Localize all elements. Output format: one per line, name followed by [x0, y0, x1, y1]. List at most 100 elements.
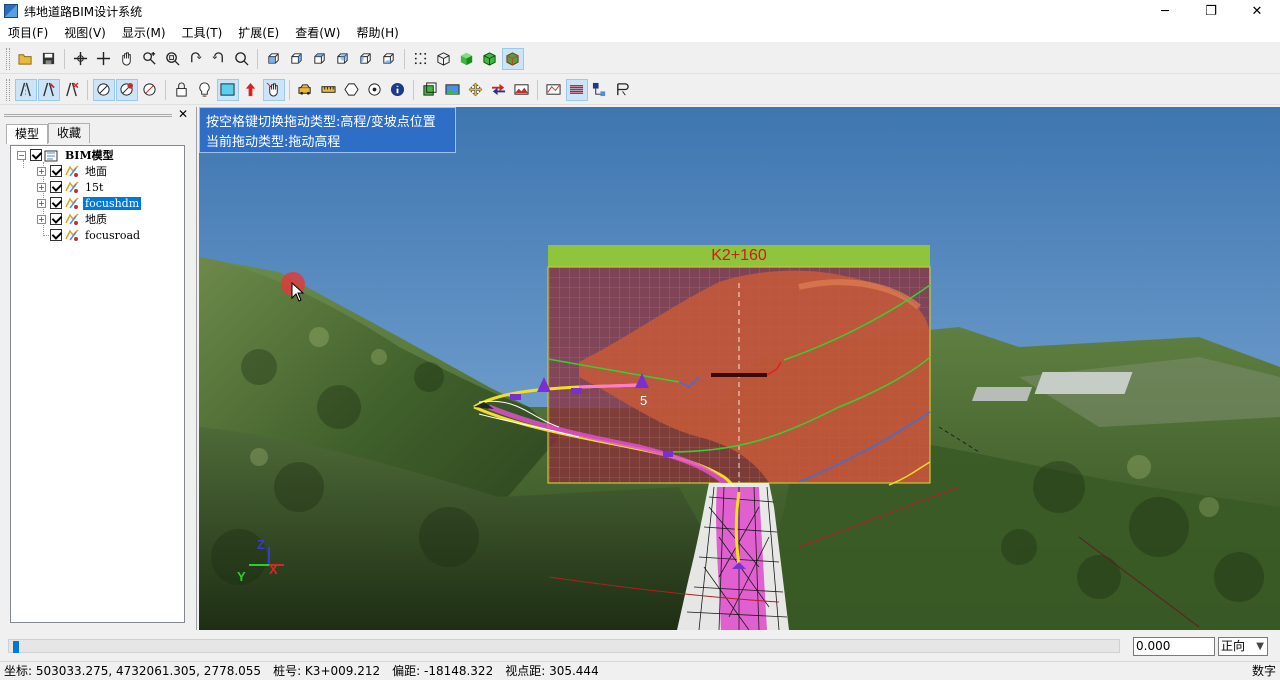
- tree-node-focushdm[interactable]: + focushdm: [37, 195, 142, 211]
- lanes-button[interactable]: [565, 78, 588, 101]
- node-checkbox[interactable]: [50, 181, 62, 193]
- target-button[interactable]: [364, 79, 386, 101]
- expand-toggle[interactable]: +: [37, 166, 46, 176]
- expand-toggle[interactable]: +: [37, 214, 46, 224]
- target-icon: [368, 83, 381, 96]
- section-add-button[interactable]: [115, 78, 138, 101]
- close-button[interactable]: ✕: [1234, 0, 1280, 22]
- road-delete-button[interactable]: [61, 79, 83, 101]
- merge-button[interactable]: [488, 79, 510, 101]
- view-back-button[interactable]: [355, 48, 377, 70]
- open-folder-button[interactable]: [15, 48, 37, 70]
- direction-select[interactable]: 正向 ▼: [1218, 637, 1268, 656]
- node-checkbox[interactable]: [50, 165, 62, 177]
- points-button[interactable]: [410, 48, 432, 70]
- panel-tabs: 模型 收藏: [6, 123, 196, 144]
- rotate-button[interactable]: [185, 48, 207, 70]
- tree-node-label: focushdm: [83, 196, 142, 210]
- panel-close-button[interactable]: ✕: [178, 107, 188, 121]
- expand-arrows-icon: [468, 82, 483, 97]
- shaded-edges-button[interactable]: [479, 48, 501, 70]
- panel-grip[interactable]: [4, 114, 172, 117]
- status-station: 桩号: K3+009.212: [273, 664, 381, 678]
- menu-extend[interactable]: 扩展(E): [230, 24, 287, 41]
- zoom-extents-button[interactable]: [231, 48, 253, 70]
- orbit-button[interactable]: [208, 48, 230, 70]
- maximize-button[interactable]: ❐: [1188, 0, 1234, 22]
- 3d-viewport[interactable]: 按空格键切换拖动类型:高程/变坡点位置 当前拖动类型:拖动高程 K2+160 5…: [199, 107, 1280, 630]
- save-button[interactable]: [38, 48, 60, 70]
- tree-node-focusroad[interactable]: focusroad: [50, 227, 142, 243]
- tree-node-bim-model[interactable]: − BIM模型: [17, 147, 116, 163]
- terrain-button[interactable]: [511, 79, 533, 101]
- section-add-icon: [120, 82, 134, 96]
- expand-toggle[interactable]: +: [37, 198, 46, 208]
- zoom-realtime-button[interactable]: [139, 48, 161, 70]
- menu-project[interactable]: 项目(F): [0, 24, 56, 41]
- node-checkbox[interactable]: [30, 149, 42, 161]
- measure-button[interactable]: [318, 79, 340, 101]
- texture-button[interactable]: [501, 47, 524, 70]
- lock-button[interactable]: [171, 79, 193, 101]
- road-edit-button[interactable]: [37, 78, 60, 101]
- menu-display[interactable]: 显示(M): [114, 24, 174, 41]
- drag-button[interactable]: [262, 78, 285, 101]
- zoom-window-button[interactable]: [162, 48, 184, 70]
- car-button[interactable]: [295, 79, 317, 101]
- section-edit-button[interactable]: [139, 79, 161, 101]
- tree-node-ground[interactable]: + 地面: [37, 163, 109, 179]
- zoom-plus-icon: [143, 51, 156, 65]
- layer-node-icon: [64, 196, 80, 210]
- link-button[interactable]: [612, 79, 634, 101]
- structure-button[interactable]: [589, 79, 611, 101]
- slider-thumb[interactable]: [13, 641, 19, 653]
- menu-view[interactable]: 视图(V): [56, 24, 114, 41]
- image-button[interactable]: [442, 79, 464, 101]
- shaded-button[interactable]: [456, 48, 478, 70]
- toolbar-grip[interactable]: [6, 78, 10, 101]
- wireframe-button[interactable]: [433, 48, 455, 70]
- menu-bar: 项目(F) 视图(V) 显示(M) 工具(T) 扩展(E) 查看(W) 帮助(H…: [0, 22, 1280, 42]
- expand-button[interactable]: [465, 79, 487, 101]
- road-design-button[interactable]: [14, 78, 37, 101]
- light-button[interactable]: [194, 79, 216, 101]
- axis-y-label: Y: [237, 569, 246, 584]
- node-checkbox[interactable]: [50, 229, 62, 241]
- info-button[interactable]: [387, 79, 409, 101]
- view-front-button[interactable]: [263, 48, 285, 70]
- station-input[interactable]: 0.000: [1133, 637, 1215, 656]
- tree-node-15t[interactable]: + 15t: [37, 179, 105, 195]
- green-cube-edges-icon: [483, 52, 496, 66]
- menu-tools[interactable]: 工具(T): [174, 24, 231, 41]
- minimize-button[interactable]: ─: [1142, 0, 1188, 22]
- toolbar-grip[interactable]: [6, 47, 10, 70]
- structure-icon: [592, 82, 606, 97]
- collapse-toggle[interactable]: −: [17, 150, 26, 160]
- timeline-slider[interactable]: [8, 639, 1120, 653]
- pan-button[interactable]: [70, 48, 92, 70]
- section-button[interactable]: [92, 78, 115, 101]
- tab-model[interactable]: 模型: [6, 124, 49, 144]
- view-left-button[interactable]: [286, 48, 308, 70]
- expand-toggle[interactable]: +: [37, 182, 46, 192]
- menu-inspect[interactable]: 查看(W): [287, 24, 348, 41]
- node-checkbox[interactable]: [50, 197, 62, 209]
- open-folder-icon: [18, 54, 32, 65]
- grab-button[interactable]: [116, 48, 138, 70]
- node-checkbox[interactable]: [50, 213, 62, 225]
- layer-button[interactable]: [419, 79, 441, 101]
- profile-button[interactable]: [543, 79, 565, 101]
- view-right-button[interactable]: [332, 48, 354, 70]
- tree-node-geology[interactable]: + 地质: [37, 211, 109, 227]
- view-top-button[interactable]: [309, 48, 331, 70]
- panel-header: ✕: [0, 107, 196, 123]
- move-button[interactable]: [93, 48, 115, 70]
- layer-icon: [423, 82, 437, 96]
- cube-top-icon: [314, 53, 325, 64]
- menu-help[interactable]: 帮助(H): [348, 24, 406, 41]
- frame-button[interactable]: [216, 78, 239, 101]
- up-arrow-button[interactable]: [240, 79, 262, 101]
- view-bottom-button[interactable]: [378, 48, 400, 70]
- tab-favorites[interactable]: 收藏: [48, 123, 91, 143]
- shape-button[interactable]: [341, 79, 363, 101]
